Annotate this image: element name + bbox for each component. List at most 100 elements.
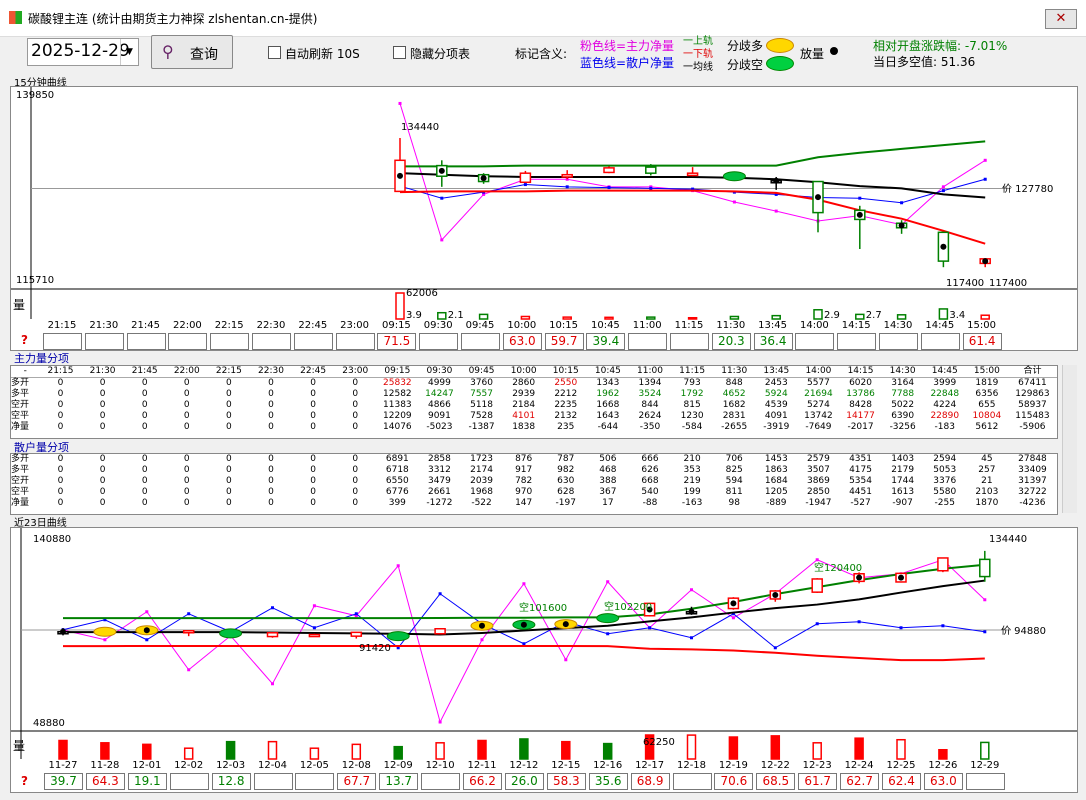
table-cell: 17 [602,498,614,508]
table-header-cell: 22:15 [207,366,250,378]
candle-body [603,167,615,174]
legend-pink-line: 粉色线=主力净量 [580,39,675,53]
table-cell: 0 [57,389,64,399]
ratio-box [168,333,208,350]
series-point-blue [145,638,149,642]
table-cell: -163 [681,498,703,508]
volume-bar [771,314,781,320]
ratio-box: 20.3 [711,333,751,350]
table-cell: 5580 [933,487,957,497]
table-cell: 0 [141,389,148,399]
table-cell: 626 [641,465,659,475]
table-cell: 0 [226,422,232,432]
table-cell: 1230 [680,411,704,421]
axis-tick-label: 22:30 [256,320,286,331]
table-cell: -584 [681,422,703,432]
ratio-box: 58.3 [546,773,586,790]
candle-dot [60,628,66,635]
table-cell: 空平 [11,487,30,497]
series-point-blue [648,626,652,630]
table-header-cell: 21:30 [81,366,124,378]
ratio-box [837,333,877,350]
table-cell: -1947 [805,498,832,508]
volume-bar [395,292,405,320]
table-cell: 2550 [554,378,578,388]
daily-annotation-2: 空102200 [604,600,652,613]
table-cell: 1643 [596,411,620,421]
series-line-red [63,644,985,662]
table-cell: 0 [141,498,148,508]
query-button[interactable]: ⚲ 查询 [151,35,233,69]
daily-volume [58,734,990,760]
table-cell: 净量 [11,498,30,508]
table-cell: 11383 [383,400,412,410]
table-cell: 0 [268,389,274,399]
volume-bar [520,315,531,320]
axis-tick-label: 12-24 [844,760,874,771]
table-cell: 0 [226,487,232,497]
ratio-box: 64.3 [85,773,125,790]
chevron-down-icon[interactable]: ▼ [120,39,138,65]
volume-bar [351,743,362,760]
close-button[interactable]: ✕ [1045,9,1077,29]
table-cell: 空开 [11,476,30,486]
table-cell: 129863 [1015,389,1050,399]
candle-body [350,631,363,637]
auto-refresh-checkbox[interactable] [268,46,281,59]
table-cell: 7557 [470,389,493,399]
series-point-blue [941,189,945,193]
table-cell: 2132 [554,411,578,421]
volume-bar [183,747,194,760]
series-point-blue [522,642,526,646]
ratio-box [335,333,375,350]
yellow-oval-icon [766,38,794,53]
candle-dot [397,172,403,179]
series-point-pink [312,604,316,608]
table-header-cell: 14:00 [797,366,840,378]
close-icon: ✕ [1055,11,1067,26]
table-cell: 3164 [891,378,915,388]
series-point-blue [354,612,358,616]
table-cell: 2235 [554,400,578,410]
axis-tick-label: 12-10 [425,760,455,771]
series-point-pink [396,564,400,568]
table-cell: 0 [226,400,232,410]
axis-tick-label: 12-16 [593,760,623,771]
axis-tick-label: 12-05 [299,760,329,771]
question-icon: ? [21,774,28,788]
table-cell: 219 [683,476,701,486]
table-cell: 0 [352,454,359,464]
table-cell: 0 [57,487,64,497]
daily-annotation-3: 空120400 [814,561,862,574]
ratio-box: 63.0 [923,773,963,790]
table-cell: 2860 [512,378,536,388]
vertical-scrollbar[interactable] [1062,365,1077,513]
table-cell: -350 [639,422,661,432]
intraday-grid [11,87,1077,319]
table-cell: 210 [683,454,701,464]
candle-oval [386,631,410,642]
date-select[interactable]: 2025-12-29 ▼ [27,38,139,66]
volume-bar [477,739,487,760]
candle-dot [562,621,569,628]
series-point-pink [187,668,191,672]
table-cell: 0 [226,498,232,508]
table-cell: 25832 [383,378,412,388]
table-cell: 5118 [470,400,493,410]
table-row: 净量 0 0 0 0 0 0 0 0 399 -1272 -522 147 -197 17 -88 -163 98… [11,498,1057,509]
table-cell: -4236 [1019,498,1046,508]
volume-bar [602,742,613,760]
series-line-green [400,140,986,168]
candle-dot [856,574,863,581]
volume-bar [728,736,739,760]
table-header-cell: 09:45 [460,366,503,378]
table-cell: 1684 [764,476,788,486]
dot-icon [830,47,838,55]
hide-items-checkbox[interactable] [393,46,406,59]
ratio-box [795,333,835,350]
table-cell: -5906 [1019,422,1046,432]
table-cell: 0 [352,465,359,475]
daily-price-label: 价 94880 [1001,625,1046,637]
table-cell: 0 [352,476,359,486]
daily-annotation-1: 空101600 [519,601,567,614]
